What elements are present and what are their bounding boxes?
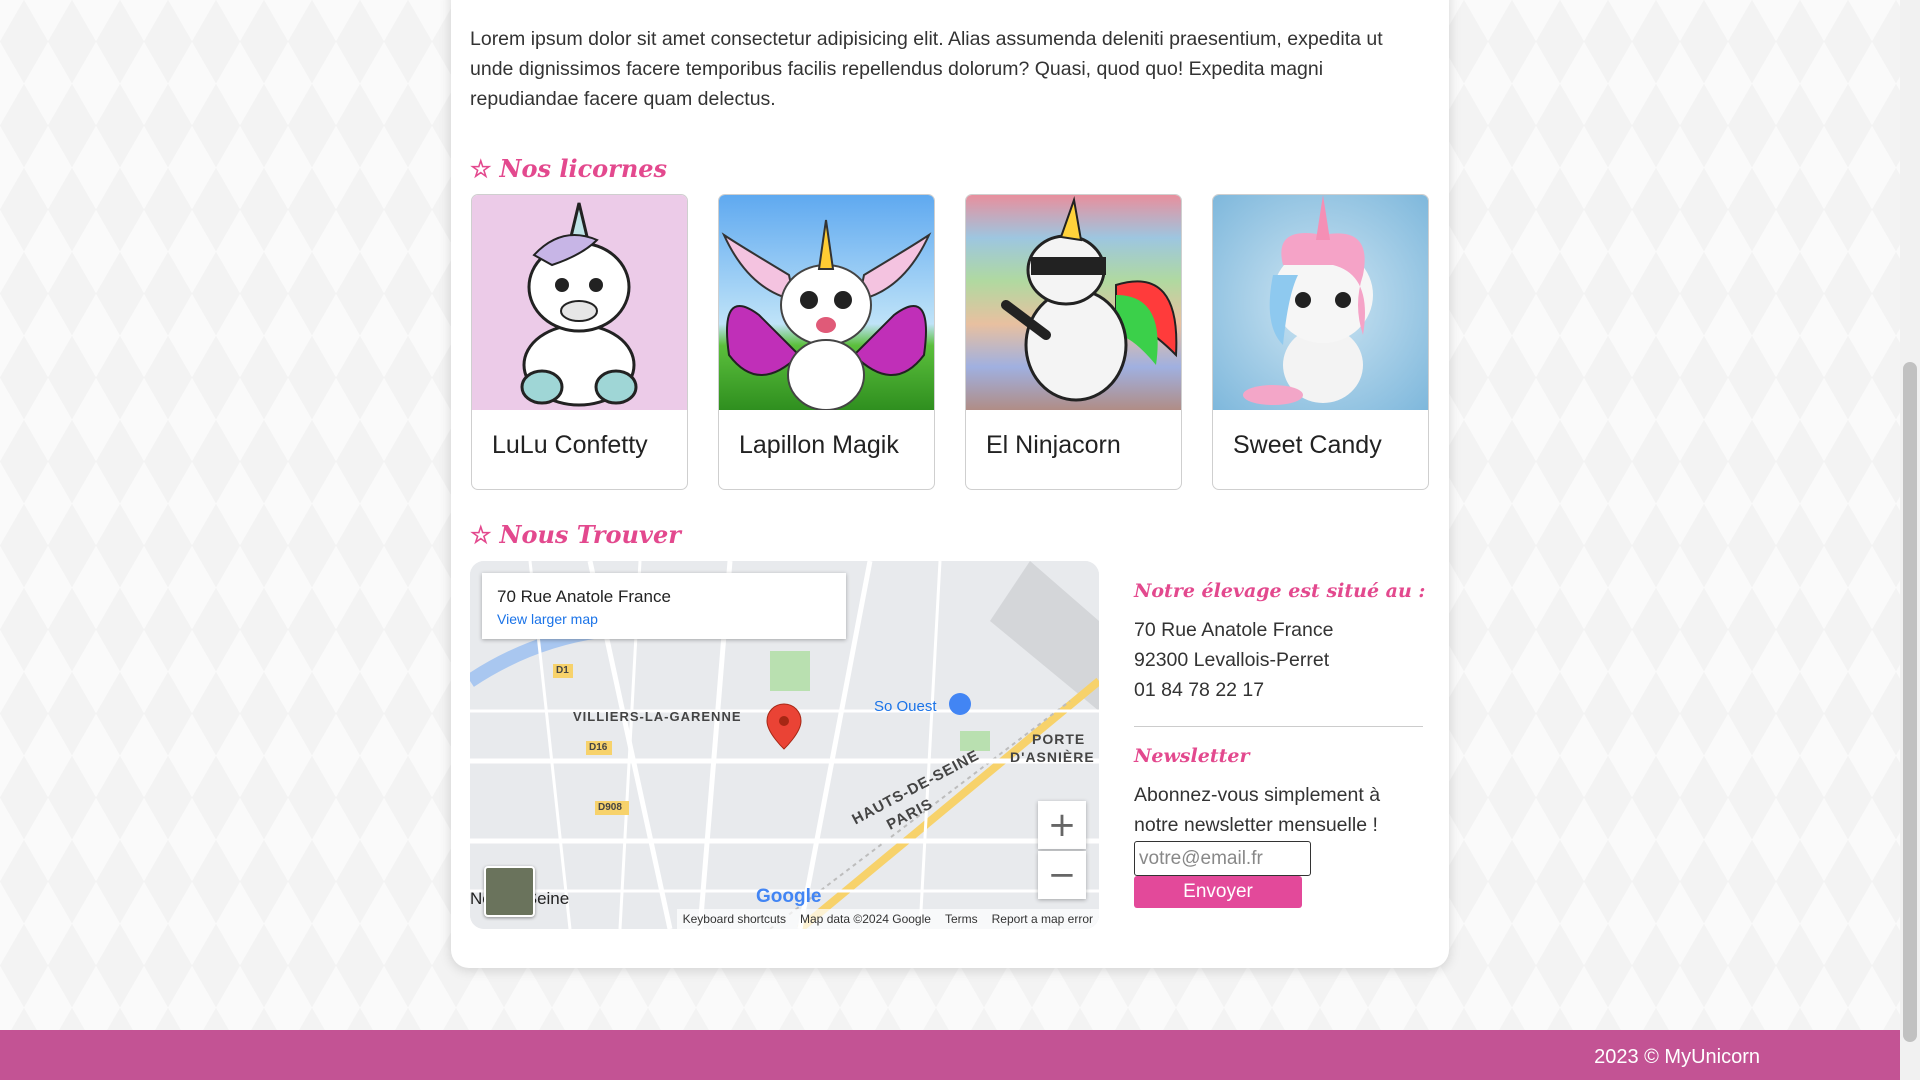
- map-data-credit: Map data ©2024 Google: [800, 912, 931, 926]
- map-label-d16: D16: [589, 742, 608, 753]
- newsletter-heading: Newsletter: [1134, 745, 1250, 767]
- intro-paragraph: Lorem ipsum dolor sit amet consectetur a…: [470, 28, 1383, 110]
- unicorn-card-ninjacorn[interactable]: El Ninjacorn: [965, 194, 1182, 490]
- vertical-scrollbar[interactable]: [1900, 0, 1920, 1080]
- terms-link[interactable]: Terms: [945, 912, 978, 926]
- google-logo: Google: [756, 886, 821, 908]
- unicorn-image-sweet-candy: [1213, 195, 1428, 410]
- unicorn-card-lapillon[interactable]: Lapillon Magik: [718, 194, 935, 490]
- newsletter-submit-button[interactable]: Envoyer: [1134, 876, 1302, 908]
- map-label-villiers: VILLIERS-LA-GARENNE: [573, 709, 742, 724]
- map-info-window: 70 Rue Anatole France View larger map: [482, 573, 846, 639]
- map-footer: Keyboard shortcuts Map data ©2024 Google…: [676, 909, 1099, 929]
- google-map[interactable]: VILLIERS-LA-GARENNE HAUTS-DE-SEINE PARIS…: [470, 561, 1099, 929]
- find-us-section-title: ☆ Nous Trouver: [470, 520, 681, 549]
- unicorn-image-lapillon: [719, 195, 934, 410]
- scrollbar-thumb[interactable]: [1903, 362, 1917, 1042]
- report-map-error-link[interactable]: Report a map error: [992, 912, 1093, 926]
- satellite-toggle[interactable]: [484, 866, 535, 917]
- map-label-so-ouest: So Ouest: [874, 698, 937, 715]
- google-logo-text: Google: [756, 886, 822, 907]
- map-label-asnieres: D'ASNIÈRE: [1010, 749, 1095, 765]
- unicorn-name: Sweet Candy: [1233, 431, 1382, 459]
- unicorn-image-lulu: [472, 195, 687, 410]
- unicorn-image-ninjacorn: [966, 195, 1181, 410]
- find-us-section-title-text: Nous Trouver: [499, 520, 681, 549]
- map-label-d908: D908: [598, 802, 622, 813]
- location-heading: Notre élevage est situé au :: [1134, 580, 1426, 602]
- map-label-d1: D1: [556, 665, 569, 676]
- unicorns-section-title: ☆ Nos licornes: [470, 154, 667, 183]
- address-city: 92300 Levallois-Perret: [1134, 649, 1330, 671]
- unicorn-name: LuLu Confetty: [492, 431, 648, 459]
- newsletter-description: Abonnez-vous simplement à notre newslett…: [1134, 784, 1381, 836]
- unicorn-name: El Ninjacorn: [986, 431, 1121, 459]
- zoom-in-button[interactable]: +: [1038, 801, 1086, 849]
- keyboard-shortcuts-link[interactable]: Keyboard shortcuts: [683, 912, 786, 926]
- unicorn-card-sweet-candy[interactable]: Sweet Candy: [1212, 194, 1429, 490]
- star-icon: ☆: [470, 154, 492, 183]
- unicorn-card-lulu[interactable]: LuLu Confetty: [471, 194, 688, 490]
- page-footer: 2023 © MyUnicorn: [0, 1030, 1900, 1080]
- unicorns-section-title-text: Nos licornes: [499, 154, 668, 183]
- zoom-out-button[interactable]: −: [1038, 851, 1086, 899]
- footer-copyright: 2023 © MyUnicorn: [1594, 1046, 1760, 1068]
- map-label-porte: PORTE: [1032, 731, 1086, 747]
- address-phone: 01 84 78 22 17: [1134, 679, 1265, 701]
- star-icon: ☆: [470, 520, 492, 549]
- email-field[interactable]: [1134, 841, 1311, 876]
- view-larger-map-link[interactable]: View larger map: [497, 611, 598, 627]
- unicorn-name: Lapillon Magik: [739, 431, 899, 459]
- divider: [1134, 726, 1423, 727]
- address-street: 70 Rue Anatole France: [1134, 619, 1334, 641]
- map-info-title: 70 Rue Anatole France: [497, 587, 671, 606]
